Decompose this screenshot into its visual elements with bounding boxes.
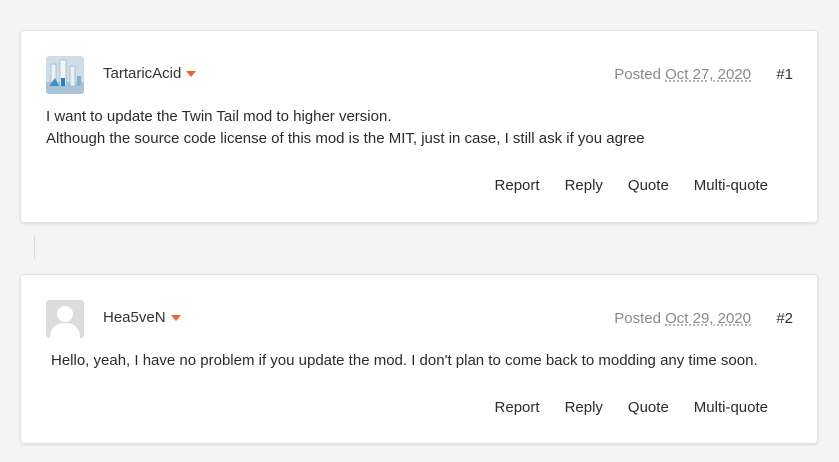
post-number-link[interactable]: #2 [776,310,793,327]
quote-button[interactable]: Quote [628,177,669,194]
author-name-text[interactable]: Hea5veN [103,309,166,326]
author-name[interactable]: TartaricAcid [103,65,197,82]
author-name[interactable]: Hea5veN [103,309,181,326]
post-body-line: I want to update the Twin Tail mod to hi… [46,108,392,125]
post-card: Hea5veN Posted Oct 29, 2020 #2 Hello, ye… [20,274,818,444]
report-button[interactable]: Report [495,399,540,416]
user-avatar[interactable] [46,56,84,94]
posted-label: Posted [614,66,661,83]
author-name-text[interactable]: TartaricAcid [103,65,181,82]
thread-connector [34,235,35,259]
post-date-link[interactable]: Oct 27, 2020 [665,66,751,83]
multi-quote-button[interactable]: Multi-quote [694,177,768,194]
chevron-down-icon[interactable] [186,71,197,77]
post-actions: Report Reply Quote Multi-quote [495,399,768,416]
multi-quote-button[interactable]: Multi-quote [694,399,768,416]
post-number-link[interactable]: #1 [776,66,793,83]
posted-label: Posted [614,310,661,327]
post-body: I want to update the Twin Tail mod to hi… [46,106,645,150]
post-actions: Report Reply Quote Multi-quote [495,177,768,194]
report-button[interactable]: Report [495,177,540,194]
post-body-line: Hello, yeah, I have no problem if you up… [51,352,758,369]
post-card: TartaricAcid Posted Oct 27, 2020 #1 I wa… [20,30,818,223]
post-date-link[interactable]: Oct 29, 2020 [665,310,751,327]
user-avatar[interactable] [46,300,84,338]
chevron-down-icon[interactable] [170,315,181,321]
quote-button[interactable]: Quote [628,399,669,416]
reply-button[interactable]: Reply [565,399,603,416]
posted-timestamp: Posted Oct 27, 2020 [614,66,751,83]
post-body: Hello, yeah, I have no problem if you up… [51,350,758,372]
posted-timestamp: Posted Oct 29, 2020 [614,310,751,327]
post-body-line: Although the source code license of this… [46,130,645,147]
reply-button[interactable]: Reply [565,177,603,194]
